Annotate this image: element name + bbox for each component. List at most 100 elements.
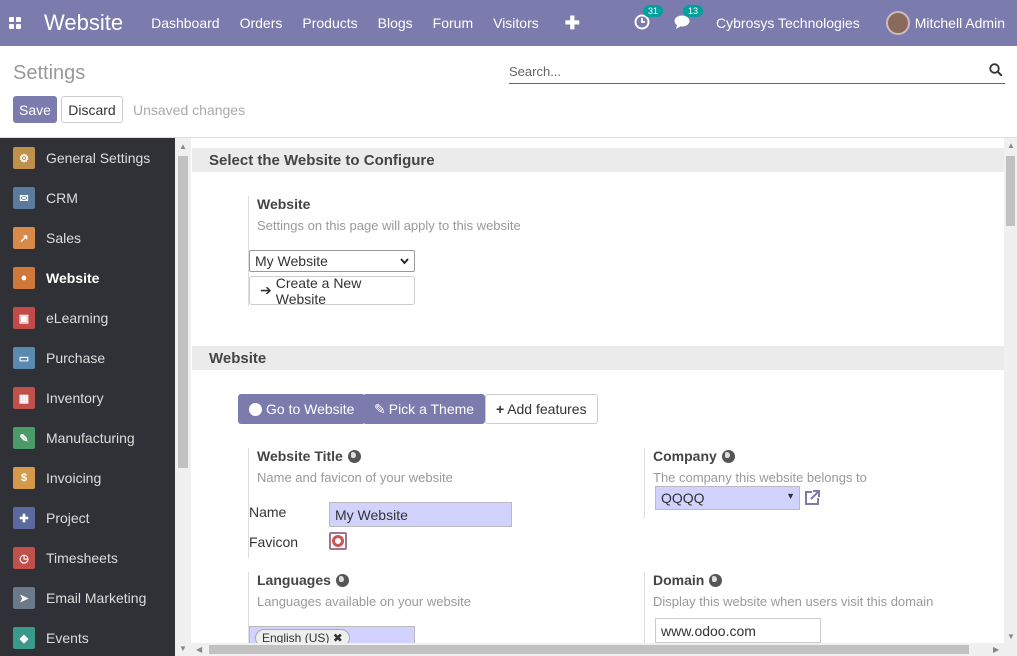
company-switcher[interactable]: Cybrosys Technologies bbox=[716, 15, 860, 31]
scroll-up-arrow-icon[interactable]: ▲ bbox=[1007, 141, 1015, 150]
sidebar-scrollbar[interactable]: ▲ ▼ bbox=[175, 138, 191, 656]
main-horizontal-scrollbar[interactable]: ◀ ▶ bbox=[191, 643, 1017, 656]
discard-button[interactable]: Discard bbox=[61, 96, 123, 123]
create-website-button[interactable]: ➔ Create a New Website bbox=[249, 274, 415, 307]
user-menu[interactable]: Mitchell Admin bbox=[915, 15, 1005, 31]
favicon-label: Favicon bbox=[249, 534, 299, 550]
website-desc: Settings on this page will apply to this… bbox=[257, 218, 521, 233]
activity-clock-icon[interactable]: 31 bbox=[634, 4, 664, 33]
apps-menu-icon[interactable] bbox=[0, 0, 30, 46]
elearning-icon: ▣ bbox=[13, 307, 35, 329]
globe-icon bbox=[709, 573, 723, 587]
create-website-label: Create a New Website bbox=[275, 274, 362, 307]
page-title: Settings bbox=[13, 62, 86, 84]
favicon-image[interactable] bbox=[329, 532, 347, 550]
sidebar-item-label: Email Marketing bbox=[46, 590, 147, 606]
main-vertical-scrollbar[interactable]: ▲ ▼ bbox=[1004, 138, 1017, 643]
sidebar-item-project[interactable]: ✚ Project bbox=[0, 498, 175, 538]
main-scroll-thumb[interactable] bbox=[1006, 156, 1015, 226]
sidebar-scroll-thumb[interactable] bbox=[178, 156, 188, 468]
search-placeholder: Search... bbox=[509, 64, 562, 79]
domain-label: Domain bbox=[653, 572, 705, 588]
sidebar-item-manufacturing[interactable]: ✎ Manufacturing bbox=[0, 418, 175, 458]
languages-label: Languages bbox=[257, 572, 331, 588]
save-button[interactable]: Save bbox=[13, 96, 57, 123]
handshake-icon: ✉ bbox=[13, 187, 35, 209]
app-brand[interactable]: Website bbox=[44, 10, 123, 36]
sidebar-item-label: Events bbox=[46, 630, 89, 646]
scroll-up-arrow-icon[interactable]: ▲ bbox=[179, 142, 187, 151]
globe-icon: ● bbox=[13, 267, 35, 289]
sidebar-item-label: CRM bbox=[46, 190, 78, 206]
sidebar-item-label: Manufacturing bbox=[46, 430, 135, 446]
company-desc: The company this website belongs to bbox=[653, 470, 867, 485]
menu-orders[interactable]: Orders bbox=[230, 15, 293, 31]
sidebar-item-label: General Settings bbox=[46, 150, 151, 166]
box-icon: ▦ bbox=[13, 387, 35, 409]
sidebar-item-general-settings[interactable]: ⚙ General Settings bbox=[0, 138, 175, 178]
main-menu: Dashboard Orders Products Blogs Forum Vi… bbox=[141, 13, 594, 34]
add-features-button[interactable]: + Add features bbox=[485, 394, 598, 424]
scroll-right-arrow-icon[interactable]: ▶ bbox=[993, 645, 999, 654]
domain-desc: Display this website when users visit th… bbox=[653, 594, 934, 609]
website-title-label: Website Title bbox=[257, 448, 343, 464]
top-navbar: Website Dashboard Orders Products Blogs … bbox=[0, 0, 1017, 46]
languages-desc: Languages available on your website bbox=[257, 594, 471, 609]
horizontal-scroll-thumb[interactable] bbox=[209, 645, 969, 654]
chevron-down-icon bbox=[400, 258, 409, 265]
wrench-icon: ✎ bbox=[13, 427, 35, 449]
sidebar-item-elearning[interactable]: ▣ eLearning bbox=[0, 298, 175, 338]
puzzle-icon: ✚ bbox=[13, 507, 35, 529]
sidebar-item-label: Inventory bbox=[46, 390, 104, 406]
paint-brush-icon: ✎ bbox=[374, 400, 386, 417]
sidebar-item-timesheets[interactable]: ◷ Timesheets bbox=[0, 538, 175, 578]
sidebar-item-email-marketing[interactable]: ➤ Email Marketing bbox=[0, 578, 175, 618]
website-name-value: My Website bbox=[335, 506, 408, 523]
menu-dashboard[interactable]: Dashboard bbox=[141, 15, 230, 31]
menu-products[interactable]: Products bbox=[292, 15, 367, 31]
sidebar-item-invoicing[interactable]: $ Invoicing bbox=[0, 458, 175, 498]
new-content-plus-icon[interactable]: ✚ bbox=[549, 13, 594, 34]
search-icon[interactable] bbox=[989, 63, 1003, 77]
scroll-down-arrow-icon[interactable]: ▼ bbox=[1007, 632, 1015, 641]
activity-count-badge: 31 bbox=[643, 4, 664, 17]
pick-theme-button[interactable]: ✎ Pick a Theme bbox=[363, 394, 486, 424]
website-select[interactable]: My Website bbox=[249, 250, 415, 272]
globe-icon bbox=[335, 573, 349, 587]
add-features-label: Add features bbox=[507, 401, 587, 417]
sidebar-item-purchase[interactable]: ▭ Purchase bbox=[0, 338, 175, 378]
company-select[interactable]: QQQQ ▼ bbox=[655, 486, 800, 510]
sidebar-item-label: Website bbox=[46, 270, 100, 286]
control-panel: Settings Search... Save Discard Unsaved … bbox=[0, 46, 1017, 138]
chart-icon: ↗ bbox=[13, 227, 35, 249]
scroll-left-arrow-icon[interactable]: ◀ bbox=[196, 645, 202, 654]
user-avatar[interactable] bbox=[885, 11, 910, 35]
search-input[interactable]: Search... bbox=[509, 60, 1005, 84]
menu-blogs[interactable]: Blogs bbox=[368, 15, 423, 31]
go-to-website-label: Go to Website bbox=[266, 401, 355, 417]
messages-chat-icon[interactable]: 13 bbox=[674, 4, 704, 33]
sidebar-item-inventory[interactable]: ▦ Inventory bbox=[0, 378, 175, 418]
website-name-input[interactable]: My Website bbox=[329, 502, 512, 527]
company-label: Company bbox=[653, 448, 717, 464]
card-icon: ▭ bbox=[13, 347, 35, 369]
messages-count-badge: 13 bbox=[683, 4, 704, 17]
scroll-down-arrow-icon[interactable]: ▼ bbox=[179, 644, 187, 653]
sidebar-item-website[interactable]: ● Website bbox=[0, 258, 175, 298]
invoice-icon: $ bbox=[13, 467, 35, 489]
menu-forum[interactable]: Forum bbox=[423, 15, 483, 31]
name-label: Name bbox=[249, 504, 287, 520]
external-link-icon[interactable] bbox=[803, 489, 821, 507]
go-to-website-button[interactable]: Go to Website bbox=[238, 394, 366, 424]
sidebar-item-label: Timesheets bbox=[46, 550, 118, 566]
menu-visitors[interactable]: Visitors bbox=[483, 15, 549, 31]
sidebar-item-events[interactable]: ◆ Events bbox=[0, 618, 175, 656]
settings-sidebar: ⚙ General Settings ✉ CRM ↗ Sales ● Website ▣ eLea… bbox=[0, 138, 175, 656]
sidebar-item-crm[interactable]: ✉ CRM bbox=[0, 178, 175, 218]
sidebar-item-label: Sales bbox=[46, 230, 82, 246]
caret-down-icon: ▼ bbox=[786, 491, 795, 501]
sidebar-item-label: Project bbox=[46, 510, 90, 526]
sidebar-item-sales[interactable]: ↗ Sales bbox=[0, 218, 175, 258]
domain-input[interactable]: www.odoo.com bbox=[655, 618, 821, 643]
section-header-website: Website bbox=[192, 346, 1004, 370]
